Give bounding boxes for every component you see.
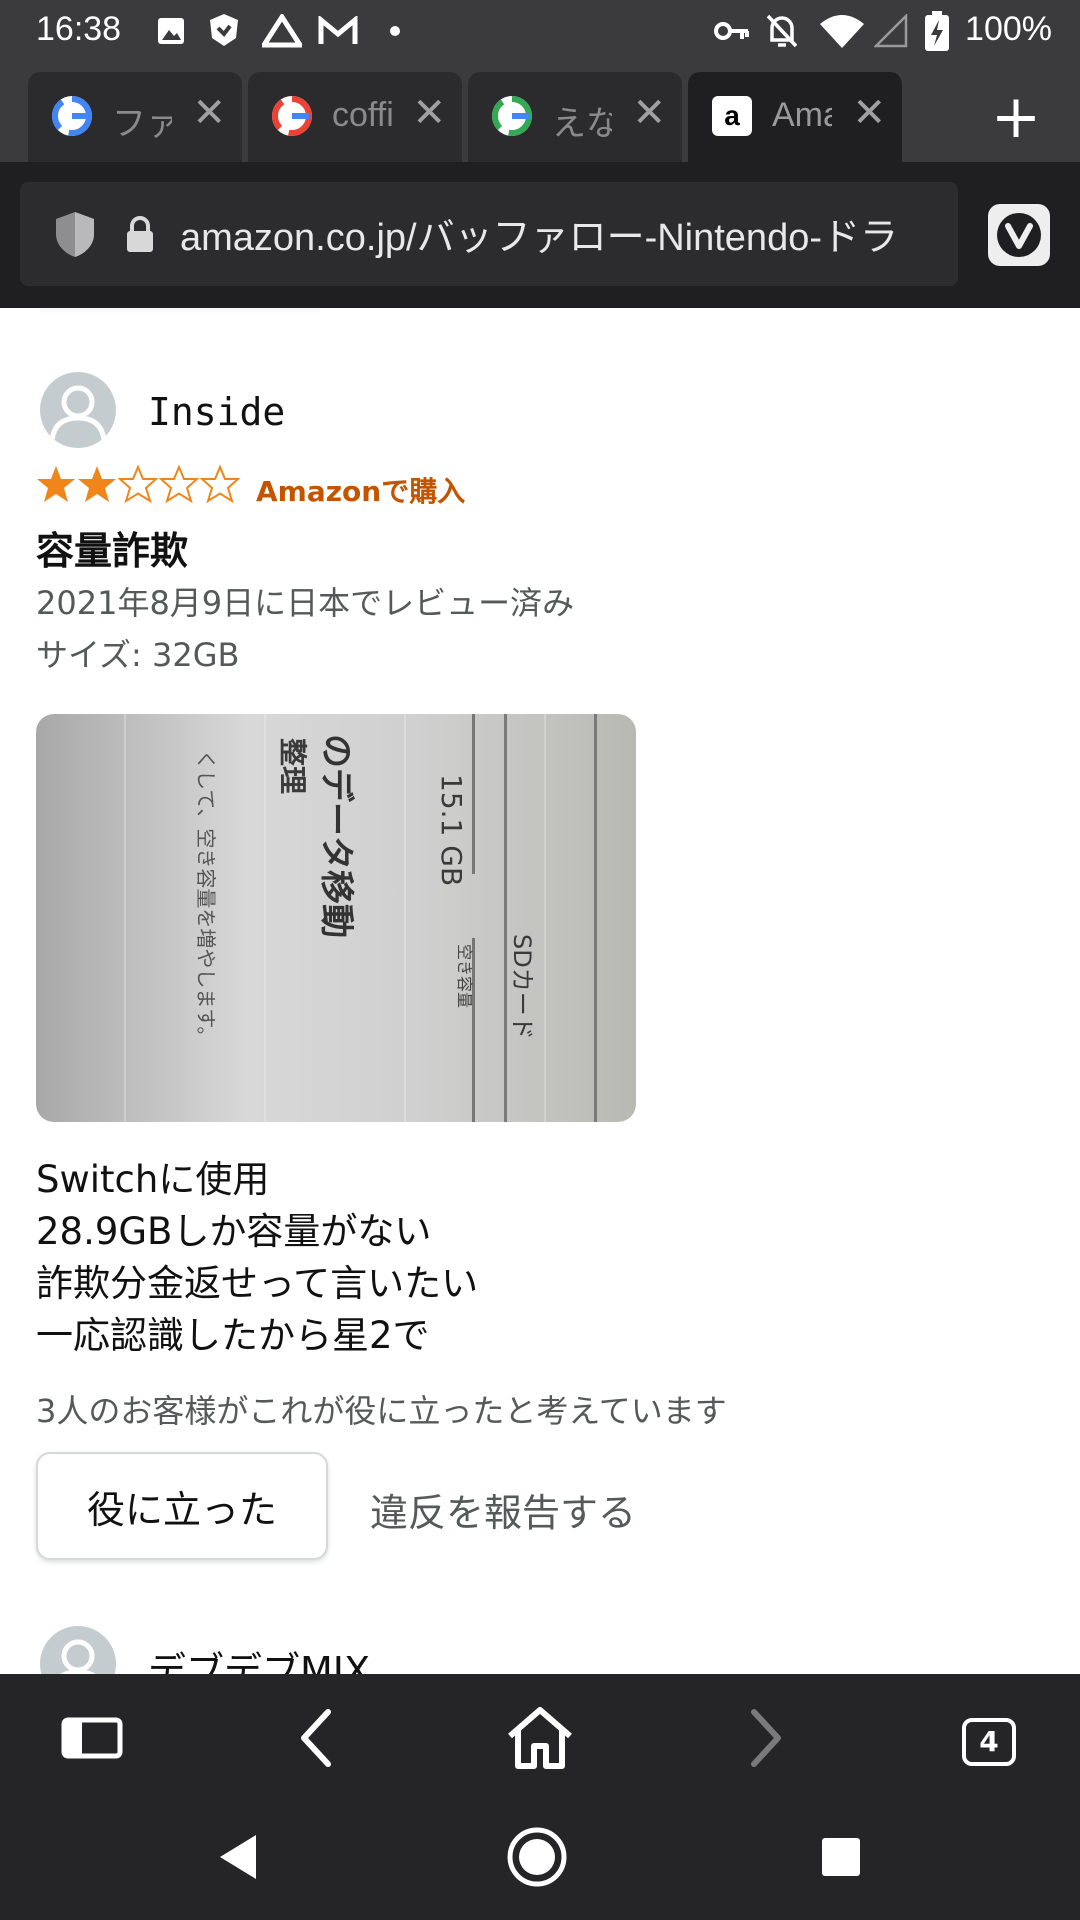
photo-text: 整理 [276,738,309,795]
amazon-icon: a [712,96,752,136]
status-time: 16:38 [36,10,122,48]
tab-title: Ama [772,96,832,134]
url-text[interactable]: amazon.co.jp/バッファロー-Nintendo-ドラ [180,206,938,261]
photo-text: 15.1 GB [435,774,468,887]
photo-text: のデータ移動 [315,734,364,938]
back-icon[interactable] [280,1700,356,1776]
key-icon [714,22,749,40]
photo-text: くして、空き容量を増やします。 [194,750,218,1047]
battery-charging-icon [925,11,949,51]
mute-icon [766,14,798,48]
review-body: Switchに使用 28.9GBしか容量がない 詐欺分金返せって言いたい 一応認… [36,1158,479,1357]
image-icon [158,18,184,44]
tab-title: ファ [112,105,172,143]
status-bar: 16:38 100% [0,0,1080,62]
google-icon [492,96,532,136]
review-date: 2021年8月9日に日本でレビュー済み [36,584,575,622]
close-tab-icon[interactable]: ✕ [192,90,226,136]
browser-tab[interactable]: えな ✕ [468,72,682,164]
browser-tab-active[interactable]: a Ama ✕ [688,72,902,164]
photo-text: SDカード [508,934,536,1040]
review-title: 容量詐欺 [36,529,189,573]
tracker-shield-icon[interactable] [54,210,96,258]
battery-percent: 100% [965,10,1052,48]
signal-icon [874,14,908,48]
tab-title: coffi [332,96,392,134]
system-nav-bar [0,1800,1080,1920]
forward-icon[interactable] [726,1700,802,1776]
reviewer-name[interactable]: Inside [148,390,285,434]
report-abuse-link[interactable]: 違反を報告する [370,1482,636,1537]
tab-strip: ファ ✕ coffi ✕ えな ✕ a Ama ✕ [0,62,1080,164]
nav-back-icon[interactable] [214,1832,260,1882]
drive-icon [262,14,302,48]
photo-text: 空き容量 [455,944,474,1009]
browser-tab[interactable]: ファ ✕ [28,72,242,164]
close-tab-icon[interactable]: ✕ [852,90,886,136]
verified-purchase-badge: Amazonで購入 [256,475,466,508]
home-icon[interactable] [502,1700,578,1776]
google-icon [272,96,312,136]
shield-app-icon [210,14,238,46]
review-photo[interactable]: のデータ移動 15.1 GB SDカード 整理 空き容量 くして、空き容量を増や… [36,714,636,1122]
vivaldi-menu-icon[interactable] [988,204,1050,266]
star-filled-icon [37,466,75,502]
reviewer-avatar[interactable] [40,372,116,448]
wifi-icon [820,15,864,48]
lock-icon [127,216,153,252]
star-rating [36,464,241,508]
star-filled-icon [78,466,116,502]
divider [40,308,320,314]
star-empty-icon [159,464,199,504]
close-tab-icon[interactable]: ✕ [632,90,666,136]
star-empty-icon [200,464,240,504]
helpful-button[interactable]: 役に立った [36,1452,328,1560]
tab-title: えな [552,105,612,143]
helpful-count: 3人のお客様がこれが役に立ったと考えています [36,1392,727,1430]
tab-switcher-icon[interactable]: 4 [962,1718,1016,1766]
browser-tab[interactable]: coffi ✕ [248,72,462,164]
star-empty-icon [118,464,158,504]
review-variant[interactable]: サイズ: 32GB [36,630,239,676]
new-tab-button[interactable]: + [980,84,1052,156]
nav-home-icon[interactable] [506,1826,568,1888]
close-tab-icon[interactable]: ✕ [412,90,446,136]
google-icon [52,96,92,136]
nav-recents-icon[interactable] [820,1836,862,1878]
gmail-icon [318,16,358,44]
panel-icon[interactable] [54,1700,130,1776]
dot-icon [390,26,400,36]
